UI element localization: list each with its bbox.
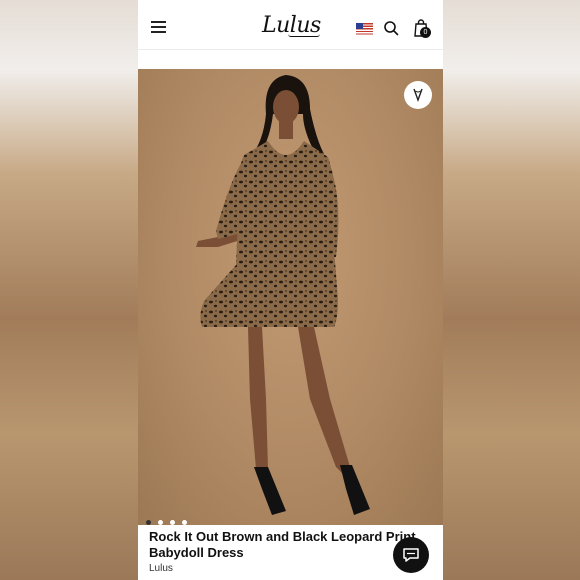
mobile-screen: Lulus 0 Rock It Out Brown and Black Leop… [138,0,443,580]
gallery-dot[interactable] [182,520,187,525]
heart-icon [413,88,423,103]
bag-count-badge: 0 [420,27,431,38]
promo-strip [138,42,443,52]
wishlist-button[interactable] [404,81,432,109]
search-icon[interactable] [383,20,399,36]
chat-bubble-icon [403,548,419,562]
logo-underline [288,34,320,37]
us-flag-icon[interactable] [356,23,373,35]
product-brand[interactable]: Lulus [149,563,173,574]
product-title: Rock It Out Brown and Black Leopard Prin… [149,529,416,560]
blurred-background-right [442,0,580,580]
model-photo [196,75,370,515]
hamburger-menu-icon[interactable] [151,21,166,33]
blurred-background-left [0,0,138,580]
gallery-dot[interactable] [146,520,151,525]
gallery-pagination [146,512,194,525]
gallery-dot[interactable] [158,520,163,525]
gallery-dot[interactable] [170,520,175,525]
chat-button[interactable] [393,537,429,573]
product-image[interactable] [138,69,443,525]
